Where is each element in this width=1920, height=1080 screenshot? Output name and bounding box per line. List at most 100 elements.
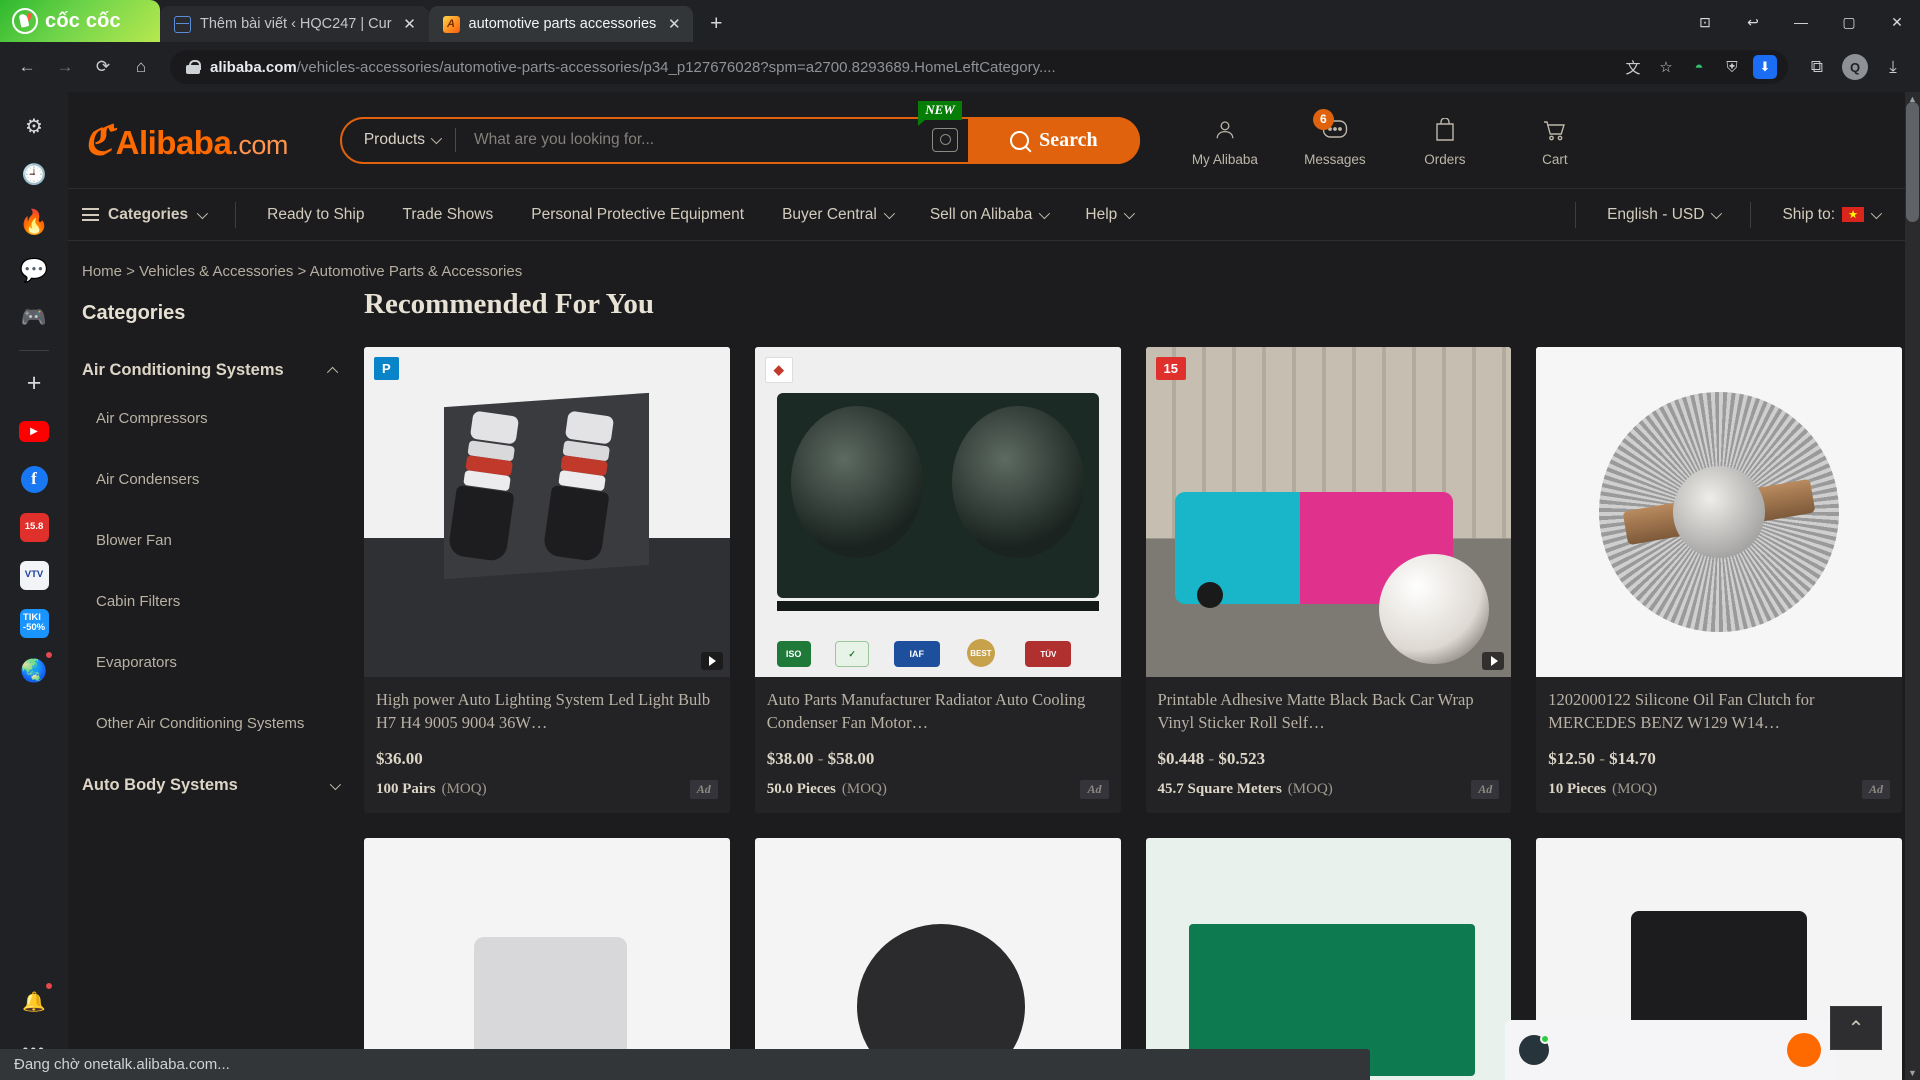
led-bulb-art	[364, 347, 730, 677]
chat-launcher-icon[interactable]	[1787, 1033, 1821, 1067]
history-icon[interactable]: 🕘	[12, 152, 56, 196]
sidebar-item-other-air-conditioning[interactable]: Other Air Conditioning Systems	[82, 715, 364, 732]
vtv-icon[interactable]: VTV	[12, 553, 56, 597]
browser-tab-1[interactable]: Thêm bài viết ‹ HQC247 | Cur ✕	[160, 6, 429, 42]
product-image[interactable]: P	[364, 347, 730, 677]
nav-item-trade-shows[interactable]: Trade Shows	[384, 206, 513, 224]
moq-value: 45.7 Square Meters	[1157, 781, 1282, 797]
add-shortcut-icon[interactable]: +	[12, 361, 56, 405]
product-title[interactable]: Auto Parts Manufacturer Radiator Auto Co…	[767, 689, 1109, 735]
home-icon[interactable]: ⌂	[124, 50, 158, 84]
back-icon[interactable]: ←	[10, 50, 44, 84]
translate-icon[interactable]: 文	[1620, 54, 1646, 80]
product-title[interactable]: High power Auto Lighting System Led Ligh…	[376, 689, 718, 735]
sidebar-group-air-conditioning[interactable]: Air Conditioning Systems	[82, 361, 364, 380]
scrollbar-thumb[interactable]	[1906, 102, 1919, 222]
scroll-down-arrow[interactable]: ▼	[1906, 1066, 1919, 1080]
sidebar-item-cabin-filters[interactable]: Cabin Filters	[82, 593, 364, 610]
product-card[interactable]	[364, 838, 730, 1080]
reload-icon[interactable]: ⟳	[86, 50, 120, 84]
messages-icon: 6	[1312, 108, 1348, 147]
search-bar[interactable]: Products What are you looking for... NEW…	[339, 100, 1140, 164]
shopee-icon[interactable]: 15.8	[12, 505, 56, 549]
tab-2-close-icon[interactable]: ✕	[665, 15, 683, 33]
sidebar-item-blower-fan[interactable]: Blower Fan	[82, 532, 364, 549]
sidebar-item-evaporators[interactable]: Evaporators	[82, 654, 364, 671]
downloads-tray-icon[interactable]: ⤓	[1876, 50, 1910, 84]
search-category-select[interactable]: Products	[342, 131, 455, 149]
product-image[interactable]: 15	[1145, 347, 1512, 677]
flame-icon[interactable]: 🔥	[12, 200, 56, 244]
new-tab-button[interactable]: +	[701, 9, 731, 39]
minimize-button[interactable]: —	[1778, 5, 1824, 39]
shield-moon-icon[interactable]: ◓	[1686, 54, 1712, 80]
sidebar-item-air-compressors[interactable]: Air Compressors	[82, 410, 364, 427]
back-to-top-button[interactable]: ⌃	[1830, 1006, 1882, 1050]
product-image[interactable]: ISO ✓ IAF BEST TÜV ◆	[754, 347, 1121, 677]
breadcrumb[interactable]: Home > Vehicles & Accessories > Automoti…	[68, 241, 1920, 280]
video-play-icon[interactable]	[1482, 652, 1505, 670]
orders-link[interactable]: Orders	[1402, 114, 1488, 167]
page-scrollbar[interactable]: ▲ ▼	[1905, 92, 1920, 1080]
sidebar-toggle-icon[interactable]: ↩	[1730, 5, 1776, 39]
messages-link[interactable]: 6 Messages	[1292, 108, 1378, 167]
sidebar-item-air-condensers[interactable]: Air Condensers	[82, 471, 364, 488]
settings-icon[interactable]: ⚙	[12, 104, 56, 148]
product-image[interactable]	[754, 838, 1121, 1080]
clutch-hub	[1673, 466, 1766, 558]
product-card[interactable]: P High power Auto Lighting System Led Li…	[364, 347, 730, 813]
product-title[interactable]: 1202000122 Silicone Oil Fan Clutch for M…	[1548, 689, 1890, 735]
puzzle-extensions-icon[interactable]: ⧉	[1800, 50, 1834, 84]
adblock-shield-icon[interactable]: ⛨	[1719, 54, 1745, 80]
nav-item-sell-on-alibaba[interactable]: Sell on Alibaba	[911, 206, 1067, 224]
address-bar[interactable]: alibaba.com/vehicles-accessories/automot…	[170, 50, 1788, 84]
tab-1-close-icon[interactable]: ✕	[401, 15, 419, 33]
browser-tab-2[interactable]: A automotive parts accessories ✕	[428, 6, 694, 42]
nav-label: Ready to Ship	[267, 205, 365, 223]
alibaba-logo-suffix: .com	[231, 129, 288, 160]
camera-icon[interactable]	[931, 128, 958, 152]
forward-icon[interactable]: →	[48, 50, 82, 84]
my-alibaba-link[interactable]: My Alibaba	[1182, 114, 1268, 167]
profile-avatar[interactable]: Q	[1838, 50, 1872, 84]
messenger-icon[interactable]: 💬	[12, 248, 56, 292]
product-card[interactable]	[1145, 838, 1512, 1080]
maximize-button[interactable]: ▢	[1826, 5, 1872, 39]
product-image[interactable]	[1536, 347, 1902, 677]
nav-item-ppe[interactable]: Personal Protective Equipment	[512, 206, 763, 224]
youtube-icon[interactable]: ▶	[12, 409, 56, 453]
coccoc-brand-logo[interactable]: cốc cốc	[0, 0, 160, 42]
video-play-icon[interactable]	[700, 652, 723, 670]
star-icon[interactable]: ☆	[1653, 54, 1679, 80]
sidebar-group-auto-body[interactable]: Auto Body Systems	[82, 776, 364, 795]
alibaba-logo[interactable]: ℭ Alibaba .com	[78, 117, 288, 164]
omnibox-actions: 文 ☆ ◓ ⛨ ⬇	[1620, 54, 1778, 80]
ship-to-selector[interactable]: Ship to: ★	[1763, 206, 1898, 224]
nav-item-ready-to-ship[interactable]: Ready to Ship	[248, 206, 383, 224]
close-window-button[interactable]: ✕	[1874, 5, 1920, 39]
facebook-icon[interactable]: f	[12, 457, 56, 501]
world-icon[interactable]: 🌏	[12, 649, 56, 693]
product-card[interactable]	[754, 838, 1121, 1080]
notifications-bell-icon[interactable]: 🔔	[12, 980, 56, 1024]
product-image[interactable]	[364, 838, 730, 1080]
chat-widget[interactable]	[1505, 1020, 1835, 1080]
tiki-icon[interactable]: TIKI -50%	[12, 601, 56, 645]
nav-categories-button[interactable]: Categories	[82, 206, 223, 224]
product-title[interactable]: Printable Adhesive Matte Black Back Car …	[1158, 689, 1500, 735]
product-card[interactable]: 15 Printable Adhesive Matte Black Back C…	[1145, 347, 1512, 813]
product-card[interactable]: ISO ✓ IAF BEST TÜV ◆ Auto Parts Manufact…	[754, 347, 1121, 813]
cast-icon[interactable]: ⊡	[1682, 5, 1728, 39]
game-controller-icon[interactable]: 🎮	[12, 296, 56, 340]
nav-item-help[interactable]: Help	[1066, 206, 1151, 224]
product-image[interactable]	[1145, 838, 1512, 1080]
search-button[interactable]: Search	[967, 116, 1140, 164]
language-currency-selector[interactable]: English - USD	[1588, 206, 1738, 224]
product-card[interactable]: 1202000122 Silicone Oil Fan Clutch for M…	[1536, 347, 1902, 813]
nav-label: Personal Protective Equipment	[531, 205, 745, 223]
search-input[interactable]: What are you looking for...	[456, 131, 932, 149]
product-info: High power Auto Lighting System Led Ligh…	[364, 677, 730, 813]
download-badge-icon[interactable]: ⬇	[1752, 54, 1778, 80]
nav-item-buyer-central[interactable]: Buyer Central	[763, 206, 911, 224]
cart-link[interactable]: Cart	[1512, 114, 1598, 167]
